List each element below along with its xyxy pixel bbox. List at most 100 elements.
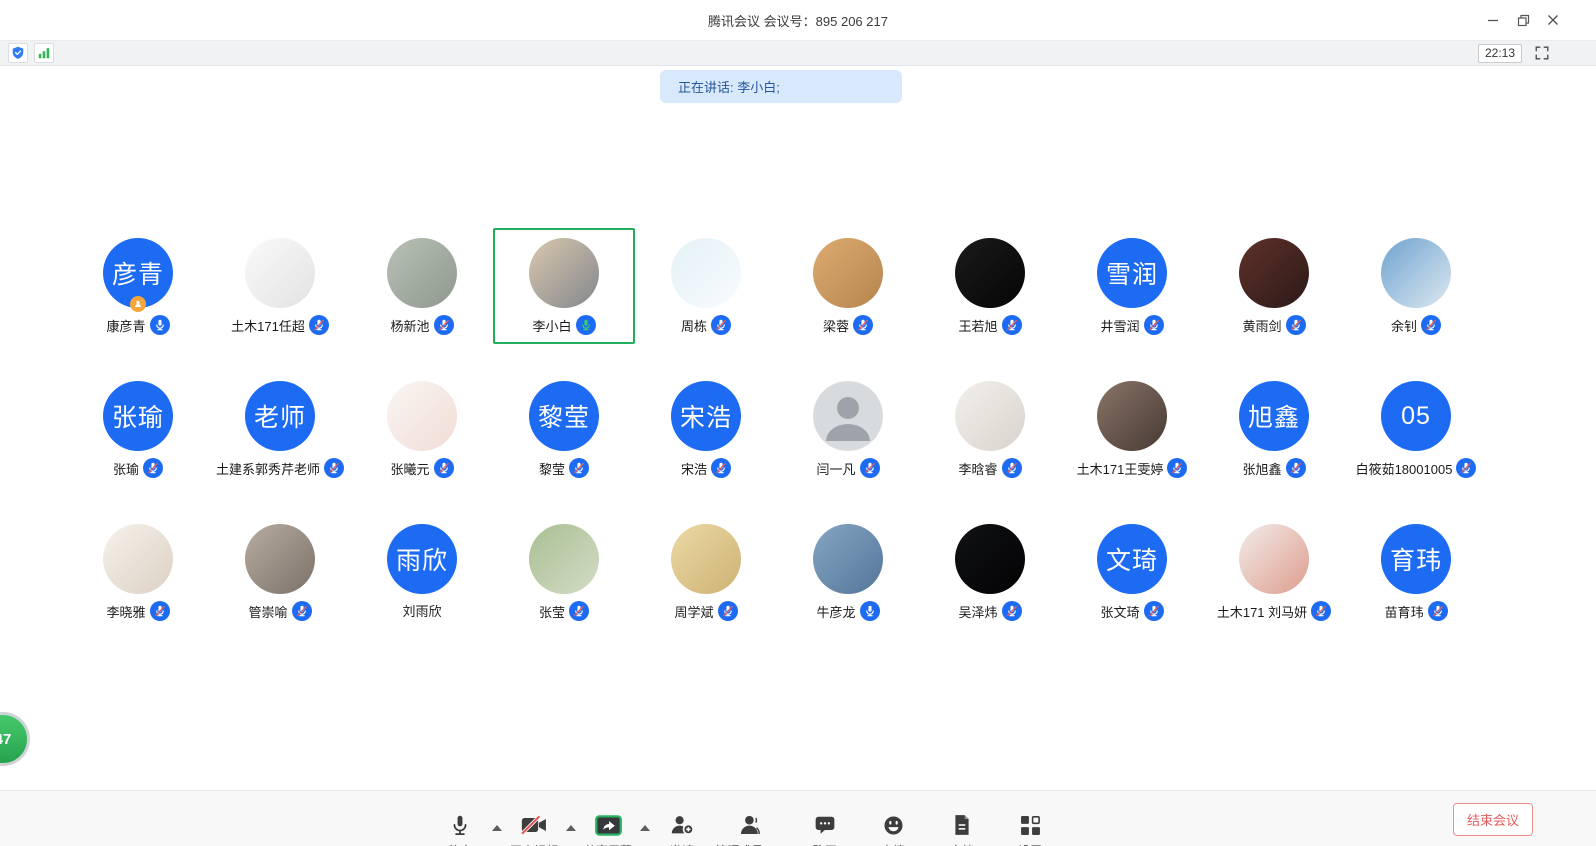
participant-tile[interactable]: 吴泽炜 (919, 514, 1061, 630)
fullscreen-button[interactable] (1532, 43, 1552, 63)
participant-tile[interactable]: 杨新池 (351, 228, 493, 344)
avatar-image (813, 524, 883, 594)
participant-tile[interactable]: 张瑜 张瑜 (67, 371, 209, 487)
share-screen-button[interactable]: 共享屏幕 (580, 791, 636, 846)
start-video-button[interactable]: 开启视频 (506, 791, 562, 846)
start-video-label: 开启视频 (510, 842, 558, 846)
floating-ball[interactable]: 47 (0, 712, 30, 766)
participant-tile[interactable]: 梁蓉 (777, 228, 919, 344)
name-row: 周学斌 (674, 601, 737, 621)
name-row: 黎莹 (539, 458, 589, 478)
participant-tile[interactable]: 周栋 (635, 228, 777, 344)
mic-status-icon (1167, 458, 1187, 478)
settings-label: 设置 (1018, 842, 1042, 846)
camera-off-icon (521, 813, 547, 837)
participant-tile[interactable]: 牛彦龙 (777, 514, 919, 630)
participant-name: 土木171王雯婷 (1077, 459, 1164, 478)
security-shield-button[interactable] (8, 43, 28, 63)
avatar (1239, 524, 1309, 594)
share-screen-icon (595, 813, 622, 837)
participant-name: 宋浩 (681, 459, 707, 478)
mute-button[interactable]: 静音 (432, 791, 488, 846)
participant-tile[interactable]: 余钊 (1345, 228, 1487, 344)
mic-status-icon (569, 601, 589, 621)
avatar-image (103, 524, 173, 594)
avatar-image: 张瑜 (103, 381, 173, 451)
mic-status-icon (1286, 458, 1306, 478)
participant-tile[interactable]: 土木171任超 (209, 228, 351, 344)
host-badge-icon (130, 296, 146, 312)
mic-icon (450, 813, 470, 837)
signal-bars-icon (37, 46, 51, 60)
avatar (813, 238, 883, 308)
caret-up-icon (492, 825, 502, 831)
avatar (1097, 381, 1167, 451)
participant-name: 黄雨剑 (1242, 316, 1281, 335)
participant-tile[interactable]: 05 白筱茹18001005 (1345, 371, 1487, 487)
bottom-toolbar: 静音 开启视频 (0, 790, 1596, 846)
end-meeting-button[interactable]: 结束会议 (1453, 803, 1533, 836)
participant-tile[interactable]: 雪润 井雪润 (1061, 228, 1203, 344)
avatar: 旭鑫 (1239, 381, 1309, 451)
participant-tile[interactable]: 黄雨剑 (1203, 228, 1345, 344)
participant-name: 井雪润 (1100, 316, 1139, 335)
close-button[interactable] (1540, 7, 1566, 33)
participant-tile[interactable]: 李晓雅 (67, 514, 209, 630)
mic-options-caret[interactable] (488, 791, 506, 831)
participant-tile[interactable]: 王若旭 (919, 228, 1061, 344)
participant-tile[interactable]: 李晗睿 (919, 371, 1061, 487)
participant-tile[interactable]: 彦青 康彦青 (67, 228, 209, 344)
name-row: 井雪润 (1100, 315, 1163, 335)
participant-tile[interactable]: 宋浩 宋浩 (635, 371, 777, 487)
participant-name: 康彦青 (106, 316, 145, 335)
settings-button[interactable]: 设置 (998, 791, 1062, 846)
participant-tile[interactable]: 张莹 (493, 514, 635, 630)
name-row: 李小白 (532, 315, 595, 335)
emoji-button[interactable]: 表情 (860, 791, 926, 846)
avatar (387, 238, 457, 308)
invite-button[interactable]: 邀请 (654, 791, 710, 846)
participant-tile[interactable]: 育玮 苗育玮 (1345, 514, 1487, 630)
participant-tile[interactable]: 雨欣 刘雨欣 (351, 514, 493, 630)
video-options-caret[interactable] (562, 791, 580, 831)
participant-name: 吴泽炜 (958, 602, 997, 621)
manage-members-button[interactable]: 管理成员(31) (710, 791, 790, 846)
name-row: 刘雨欣 (402, 601, 441, 620)
share-options-caret[interactable] (636, 791, 654, 831)
participant-tile[interactable]: 张曦元 (351, 371, 493, 487)
avatar-image: 05 (1381, 381, 1451, 451)
docs-button[interactable]: 文档 (926, 791, 998, 846)
mic-status-icon (434, 458, 454, 478)
mic-status-icon (860, 458, 880, 478)
floating-ball-text: 47 (0, 731, 11, 748)
avatar: 老师 (245, 381, 315, 451)
mic-status-icon (143, 458, 163, 478)
name-row: 张文琦 (1100, 601, 1163, 621)
shield-icon (11, 46, 25, 60)
participant-tile[interactable]: 土木171王雯婷 (1061, 371, 1203, 487)
avatar-image (1239, 524, 1309, 594)
avatar-image (813, 238, 883, 308)
mic-status-icon (1311, 601, 1331, 621)
participant-tile[interactable]: 李小白 (493, 228, 635, 344)
participant-name: 黎莹 (539, 459, 565, 478)
participant-tile[interactable]: 老师 土建系郭秀芹老师 (209, 371, 351, 487)
chat-button[interactable]: 聊天 (790, 791, 860, 846)
minimize-button[interactable] (1480, 7, 1506, 33)
participant-tile[interactable]: 黎莹 黎莹 (493, 371, 635, 487)
participant-tile[interactable]: 周学斌 (635, 514, 777, 630)
participant-tile[interactable]: 管崇喻 (209, 514, 351, 630)
participant-tile[interactable]: 土木171 刘马妍 (1203, 514, 1345, 630)
participant-tile[interactable]: 文琦 张文琦 (1061, 514, 1203, 630)
participant-name: 周学斌 (674, 602, 713, 621)
name-row: 周栋 (681, 315, 731, 335)
mic-status-icon (150, 315, 170, 335)
participant-name: 张文琦 (1100, 602, 1139, 621)
participant-tile[interactable]: 旭鑫 张旭鑫 (1203, 371, 1345, 487)
avatar-image (387, 238, 457, 308)
avatar (1239, 238, 1309, 308)
restore-button[interactable] (1510, 7, 1536, 33)
participant-name: 张莹 (539, 602, 565, 621)
participant-tile[interactable]: 闫一凡 (777, 371, 919, 487)
network-quality-button[interactable] (34, 43, 54, 63)
